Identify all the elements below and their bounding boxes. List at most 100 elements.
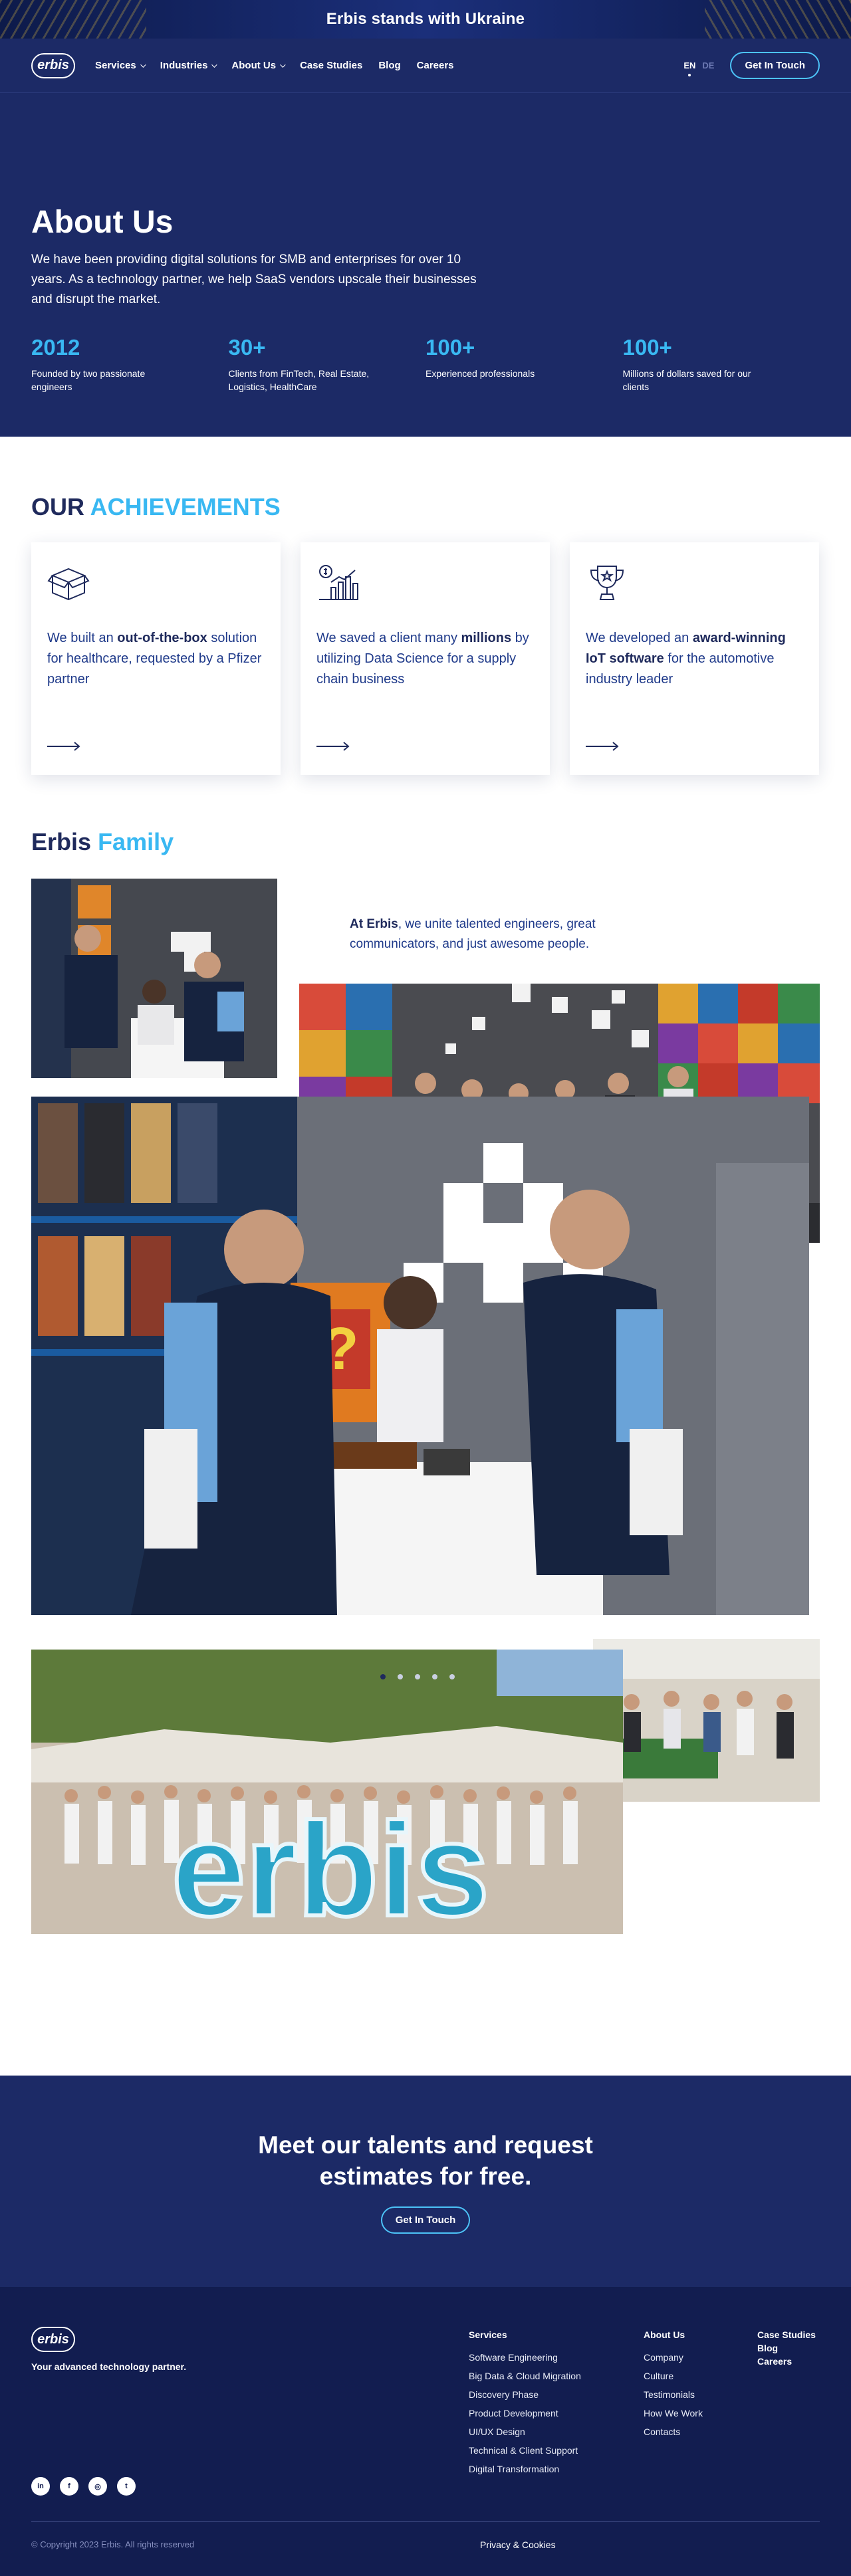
nav-item-industries[interactable]: Industries (160, 60, 218, 71)
nav-links: Services Industries About Us Case Studie… (95, 60, 454, 71)
arrow-right-icon[interactable] (47, 742, 80, 751)
carousel-dot[interactable] (432, 1674, 437, 1679)
family-section: Erbis Family At Erbis, we unite talented… (0, 828, 851, 2076)
footer-link-blog[interactable]: Blog (757, 2343, 816, 2353)
footer-link[interactable]: Testimonials (644, 2385, 703, 2404)
footer-link[interactable]: How We Work (644, 2404, 703, 2422)
footer-link[interactable]: Big Data & Cloud Migration (469, 2367, 581, 2385)
chevron-down-icon (140, 61, 146, 68)
get-in-touch-button[interactable]: Get In Touch (380, 2206, 471, 2234)
facebook-icon[interactable]: f (60, 2477, 78, 2496)
carousel-dot[interactable] (380, 1674, 386, 1679)
achievement-text: We saved a client many millions by utili… (316, 631, 529, 687)
social-links: in f ◎ t (31, 2477, 136, 2496)
cta-section: Meet our talents and request estimates f… (0, 2076, 851, 2287)
footer-link[interactable]: Digital Transformation (469, 2460, 581, 2478)
footer-column-title[interactable]: About Us (644, 2329, 703, 2340)
box-icon (47, 568, 90, 601)
footer-column-title[interactable]: Services (469, 2329, 581, 2340)
lang-en[interactable]: EN (683, 60, 695, 70)
group-photo: erbis (31, 1650, 623, 1934)
footer: erbis Your advanced technology partner. … (0, 2287, 851, 2576)
team-chess-photo: ? (31, 1097, 809, 1615)
footer-link[interactable]: Company (644, 2348, 703, 2367)
carousel-dot[interactable] (415, 1674, 420, 1679)
achievement-card[interactable]: We developed an award-winning IoT softwa… (570, 542, 819, 775)
ukraine-banner[interactable]: Erbis stands with Ukraine (0, 0, 851, 39)
stat-label: Clients from FinTech, Real Estate, Logis… (228, 368, 370, 392)
footer-links-column: Case Studies Blog Careers (757, 2329, 816, 2375)
stat-value: 2012 (31, 335, 80, 360)
footer-about-column: About Us Company Culture Testimonials Ho… (644, 2329, 703, 2441)
stat-clients: 30+ Clients from FinTech, Real Estate, L… (229, 335, 426, 393)
achievement-card[interactable]: We saved a client many millions by utili… (301, 542, 550, 775)
stat-label: Founded by two passionate engineers (31, 368, 146, 392)
money-chart-icon (319, 565, 358, 600)
footer-link[interactable]: Discovery Phase (469, 2385, 581, 2404)
trophy-icon (590, 566, 624, 600)
banner-text: Erbis stands with Ukraine (326, 10, 525, 28)
achievement-card[interactable]: We built an out-of-the-box solution for … (31, 542, 281, 775)
page-title: About Us (31, 205, 174, 240)
footer-link[interactable]: UI/UX Design (469, 2422, 581, 2441)
title-main: Erbis (31, 828, 92, 855)
footer-services-column: Services Software Engineering Big Data &… (469, 2329, 581, 2478)
footer-link[interactable]: Software Engineering (469, 2348, 581, 2367)
nav-item-about-us[interactable]: About Us (231, 60, 286, 71)
footer-link-case-studies[interactable]: Case Studies (757, 2329, 816, 2340)
carousel-dots (380, 1674, 455, 1679)
footer-link[interactable]: Contacts (644, 2422, 703, 2441)
svg-text:erbis: erbis (172, 1796, 489, 1934)
footer-link[interactable]: Technical & Client Support (469, 2441, 581, 2460)
stat-label: Experienced professionals (426, 368, 535, 379)
language-switcher: EN DE (683, 60, 714, 70)
top-navigation: erbis Services Industries About Us Case … (0, 39, 851, 93)
twitter-icon[interactable]: t (117, 2477, 136, 2496)
erbis-logo[interactable]: erbis (31, 2327, 75, 2352)
linkedin-icon[interactable]: in (31, 2477, 50, 2496)
footer-link-careers[interactable]: Careers (757, 2356, 816, 2367)
title-accent: Family (98, 828, 174, 855)
achievement-cards: We built an out-of-the-box solution for … (31, 542, 820, 775)
achievements-section: OUR ACHIEVEMENTS We built an out-of-the-… (0, 437, 851, 828)
stat-founded: 2012 Founded by two passionate engineers (31, 335, 229, 393)
chevron-down-icon (280, 61, 286, 68)
nav-item-services[interactable]: Services (95, 60, 146, 71)
nav-item-label: Careers (416, 60, 454, 71)
arrow-right-icon[interactable] (586, 742, 619, 751)
get-in-touch-button[interactable]: Get In Touch (730, 52, 820, 79)
stat-value: 30+ (228, 335, 266, 360)
achievement-text: We built an out-of-the-box solution for … (47, 631, 262, 687)
lang-de[interactable]: DE (702, 60, 714, 70)
stats-row: 2012 Founded by two passionate engineers… (31, 335, 820, 393)
nav-item-label: Industries (160, 60, 208, 71)
about-hero: About Us We have been providing digital … (0, 93, 851, 437)
hero-description: We have been providing digital solutions… (31, 253, 477, 306)
nav-item-blog[interactable]: Blog (378, 60, 400, 71)
nav-item-label: Services (95, 60, 136, 71)
nav-item-label: Blog (378, 60, 401, 71)
stat-label: Millions of dollars saved for our client… (622, 368, 751, 392)
stat-savings: 100+ Millions of dollars saved for our c… (623, 335, 820, 393)
family-description: At Erbis, we unite talented engineers, g… (350, 917, 596, 951)
privacy-link[interactable]: Privacy & Cookies (480, 2539, 556, 2550)
arrow-right-icon[interactable] (316, 742, 350, 751)
erbis-logo[interactable]: erbis (31, 53, 75, 78)
achievement-text: We developed an award-winning IoT softwa… (586, 631, 786, 687)
chevron-down-icon (211, 61, 218, 68)
stat-value: 100+ (426, 335, 475, 360)
footer-link[interactable]: Culture (644, 2367, 703, 2385)
nav-item-label: Case Studies (300, 60, 363, 71)
carousel-dot[interactable] (398, 1674, 403, 1679)
nav-item-careers[interactable]: Careers (417, 60, 454, 71)
carousel-dot[interactable] (449, 1674, 455, 1679)
nav-item-case-studies[interactable]: Case Studies (300, 60, 362, 71)
nav-right: EN DE Get In Touch (683, 52, 820, 79)
family-title: Erbis Family (31, 828, 820, 856)
footer-link[interactable]: Product Development (469, 2404, 581, 2422)
photo-illustration: erbis (31, 1650, 623, 1934)
instagram-icon[interactable]: ◎ (88, 2477, 107, 2496)
copyright-text: © Copyright 2023 Erbis. All rights reser… (31, 2539, 195, 2549)
nav-item-label: About Us (231, 60, 277, 71)
stat-value: 100+ (622, 335, 672, 360)
